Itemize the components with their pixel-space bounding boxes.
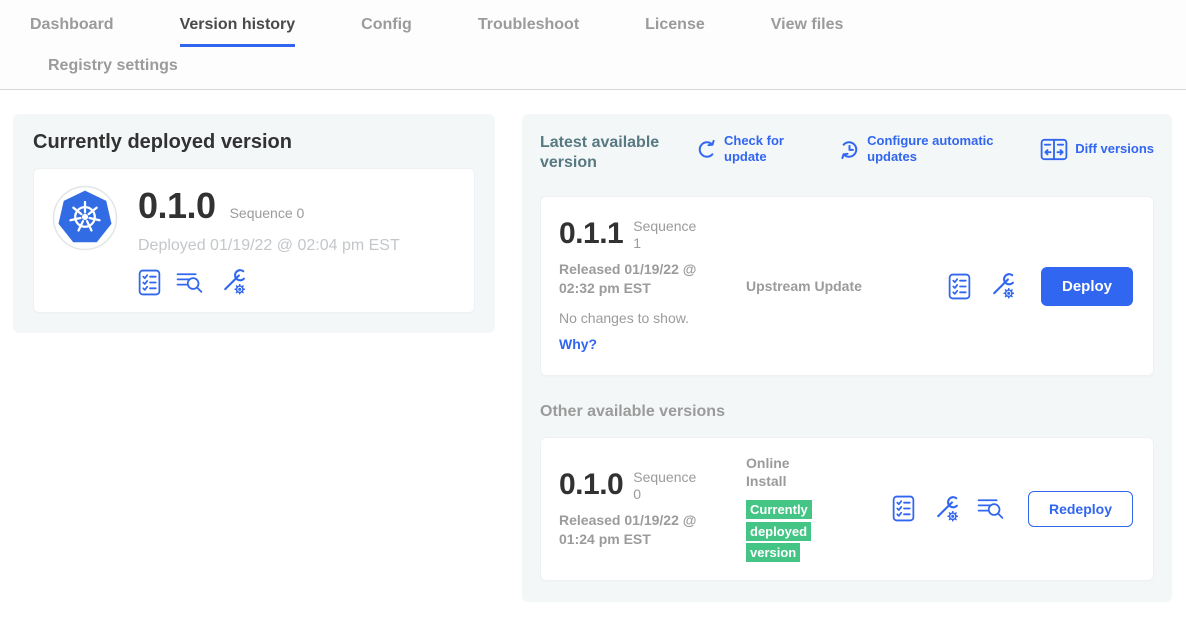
other-versions-heading: Other available versions [540,403,1154,421]
version-row-latest: 0.1.1 Sequence 1 Released 01/19/22 @ 02:… [540,196,1154,376]
available-versions-card: Latest available version Check for updat… [522,114,1172,602]
other-sequence-label: Sequence 0 [633,469,703,503]
preflight-checklist-icon[interactable] [138,269,161,296]
deploy-button[interactable]: Deploy [1041,267,1133,306]
tab-config[interactable]: Config [361,16,412,47]
version-actions: Check for update Configure automatic upd… [696,133,1154,166]
diff-icon [1040,138,1068,161]
top-nav: Dashboard Version history Config Trouble… [0,0,1186,90]
tab-license[interactable]: License [645,16,705,47]
other-version-number: 0.1.0 [559,469,623,501]
nav-row-secondary: Registry settings [0,47,1186,89]
redeploy-button[interactable]: Redeploy [1028,491,1133,527]
tab-troubleshoot[interactable]: Troubleshoot [478,16,579,47]
other-source-text: Online Install [746,454,832,490]
tab-dashboard[interactable]: Dashboard [30,16,114,47]
kubernetes-logo-icon [52,185,118,251]
schedule-update-icon [839,139,860,160]
currently-deployed-card: Currently deployed version 0.1.0 Sequenc… [13,114,495,333]
edit-config-icon[interactable] [988,272,1016,300]
diff-versions-link[interactable]: Diff versions [1040,133,1154,166]
other-version-actions: Redeploy [892,491,1133,527]
main-content: Currently deployed version 0.1.0 Sequenc… [0,90,1186,602]
tab-registry-settings[interactable]: Registry settings [48,57,178,87]
refresh-icon [696,139,717,160]
currently-deployed-badge: Currently deployed version [746,500,812,562]
latest-released-timestamp: Released 01/19/22 @ 02:32 pm EST [559,260,729,298]
version-row-other: 0.1.0 Sequence 0 Released 01/19/22 @ 01:… [540,437,1154,581]
latest-version-number: 0.1.1 [559,218,623,250]
other-released-timestamp: Released 01/19/22 @ 01:24 pm EST [559,511,729,549]
other-version-source: Online Install Currently deployed versio… [746,454,878,564]
tab-version-history[interactable]: Version history [180,16,296,47]
deployed-version-box: 0.1.0 Sequence 0 Deployed 01/19/22 @ 02:… [33,168,475,313]
tab-view-files[interactable]: View files [771,16,844,47]
latest-sequence-label: Sequence 1 [633,218,703,252]
deploy-logs-icon[interactable] [176,270,204,295]
latest-version-source: Upstream Update [746,277,878,295]
check-for-update-link[interactable]: Check for update [696,133,796,166]
why-link[interactable]: Why? [559,336,597,352]
deployed-version-details: 0.1.0 Sequence 0 Deployed 01/19/22 @ 02:… [138,185,400,296]
preflight-checklist-icon[interactable] [892,495,915,522]
edit-config-icon[interactable] [932,495,960,523]
deployed-version-number: 0.1.0 [138,185,216,227]
deploy-logs-icon[interactable] [977,496,1005,521]
configure-automatic-updates-link[interactable]: Configure automatic updates [839,133,997,166]
no-changes-text: No changes to show. [559,310,746,326]
currently-deployed-title: Currently deployed version [33,131,475,154]
nav-row-primary: Dashboard Version history Config Trouble… [0,0,1186,47]
latest-available-title: Latest available version [540,133,678,173]
preflight-checklist-icon[interactable] [948,273,971,300]
deployed-timestamp: Deployed 01/19/22 @ 02:04 pm EST [138,237,400,255]
other-version-details: 0.1.0 Sequence 0 Released 01/19/22 @ 01:… [559,469,746,548]
deployed-sequence-label: Sequence 0 [230,205,305,221]
latest-version-actions: Deploy [948,267,1133,306]
edit-config-icon[interactable] [219,268,247,296]
latest-version-details: 0.1.1 Sequence 1 Released 01/19/22 @ 02:… [559,218,746,353]
